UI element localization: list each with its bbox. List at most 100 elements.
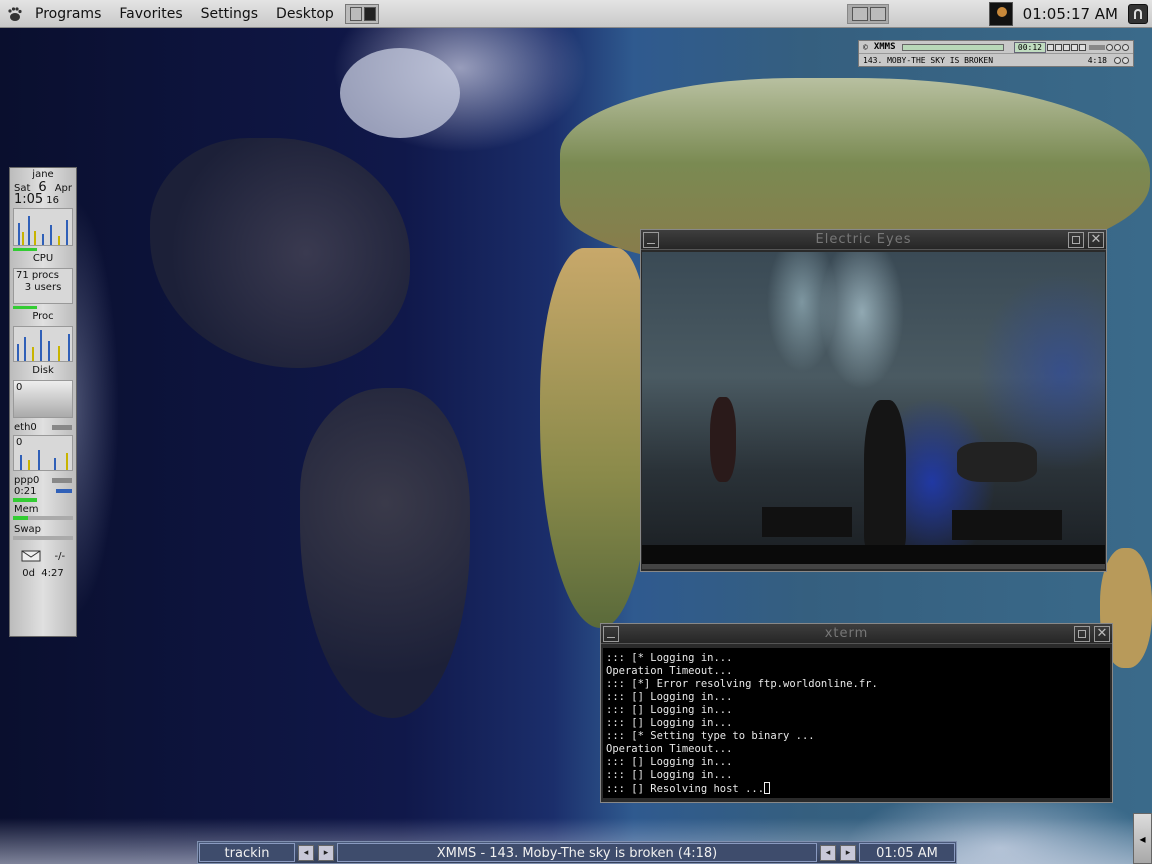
eth0-leds — [52, 425, 72, 430]
maximize-button[interactable] — [1074, 625, 1090, 642]
ppp0-label: ppp0 — [14, 475, 40, 486]
workspace-pager[interactable] — [846, 3, 889, 24]
arrow-left-icon[interactable]: ◂ — [820, 844, 836, 861]
ppp0-button[interactable] — [56, 489, 72, 493]
arrow-right-icon[interactable]: ▸ — [840, 844, 856, 861]
cpu-chart[interactable] — [13, 208, 73, 246]
xterm-titlebar[interactable]: xterm ✕ — [601, 624, 1112, 644]
disk-chart[interactable]: 0 — [13, 380, 73, 418]
xmms-logo-icon[interactable]: © — [863, 43, 868, 52]
panel-applet-icon[interactable] — [988, 1, 1013, 26]
terminal-line: ::: [] Logging in... — [606, 691, 733, 703]
terminal-line: ::: [*] Error resolving ftp.worldonline.… — [606, 678, 878, 690]
play-button[interactable] — [1055, 43, 1062, 51]
mail-row: -/- — [10, 550, 76, 562]
uptime: 0d 4:27 — [22, 568, 64, 579]
xterm-window[interactable]: xterm ✕ ::: [* Logging in... Operation T… — [600, 623, 1113, 803]
avatar — [996, 6, 1007, 17]
concert-photo[interactable] — [642, 252, 1105, 565]
terminal-output[interactable]: ::: [* Logging in... Operation Timeout..… — [603, 648, 1110, 798]
stage-floor — [642, 545, 1105, 565]
stop-button[interactable] — [1071, 43, 1078, 51]
window-title: xterm — [824, 626, 869, 641]
xmms-time: 00:12 — [1013, 41, 1046, 53]
guitarist-figure — [710, 397, 736, 482]
electric-eyes-titlebar[interactable]: Electric Eyes ✕ — [641, 230, 1106, 250]
menu-desktop[interactable]: Desktop — [267, 0, 343, 28]
xmms-playlist-row[interactable]: 143. MOBY-THE SKY IS BROKEN 4:18 — [859, 54, 1133, 67]
volume-slider[interactable] — [1089, 44, 1105, 50]
menu-favorites[interactable]: Favorites — [110, 0, 191, 28]
window-menu-button[interactable] — [603, 625, 619, 642]
pause-button[interactable] — [1063, 43, 1070, 51]
gnome-foot-icon[interactable] — [6, 5, 24, 23]
electric-eyes-window[interactable]: Electric Eyes ✕ — [640, 229, 1107, 572]
terminal-icon[interactable] — [363, 6, 376, 21]
north-america-land — [150, 138, 410, 368]
launcher-buttons — [344, 3, 379, 24]
terminal-cursor — [764, 782, 771, 794]
eth0-chart[interactable]: 0 — [13, 435, 73, 471]
mem-label: Mem — [14, 504, 39, 515]
hide-panel-button[interactable]: ◂ — [1133, 813, 1152, 864]
window-icon[interactable] — [349, 6, 362, 21]
terminal-line: ::: [] Logging in... — [606, 769, 733, 781]
pager-workspace-2[interactable] — [869, 6, 886, 21]
mail-count: -/- — [54, 550, 66, 562]
taskbar-app-label[interactable]: trackin — [199, 843, 295, 862]
clock-seconds: 16 — [46, 195, 59, 206]
maximize-button[interactable] — [1068, 231, 1084, 248]
eth0-header: eth0 — [10, 422, 76, 433]
next-button[interactable] — [1079, 43, 1086, 51]
eth0-value: 0 — [16, 437, 23, 448]
ppp0-leds — [52, 478, 72, 483]
proc-label: Proc — [32, 311, 54, 322]
terminal-line: ::: [] Logging in... — [606, 704, 733, 716]
procs-count: 71 procs — [16, 270, 59, 281]
users-count: 3 users — [24, 282, 62, 293]
window-menu-button[interactable] — [643, 231, 659, 248]
arrow-left-icon: ◂ — [1139, 832, 1146, 846]
ppp0-header: ppp0 — [10, 475, 76, 486]
terminal-line: ::: [* Logging in... — [606, 652, 733, 664]
top-panel: Programs Favorites Settings Desktop 01:0… — [0, 0, 1152, 28]
taskbar: trackin ◂ ▸ XMMS - 143. Moby-The sky is … — [197, 841, 957, 864]
panel-clock[interactable]: 01:05:17 AM — [1013, 5, 1128, 23]
xmms-length: 4:18 — [1087, 56, 1107, 65]
mem-meter — [13, 516, 73, 520]
xmms-track: 143. MOBY-THE SKY IS BROKEN — [863, 56, 994, 65]
pager-workspace-1[interactable] — [851, 6, 868, 21]
shade-button[interactable] — [1114, 43, 1121, 51]
playlist-close-button[interactable] — [1122, 57, 1129, 64]
xmms-player[interactable]: © XMMS 00:12 143. MOBY-THE SKY IS BROKEN… — [858, 40, 1134, 67]
xmms-visualizer — [901, 43, 1004, 51]
close-button[interactable]: ✕ — [1094, 625, 1110, 642]
image-scrollbar[interactable] — [642, 564, 1105, 569]
minimize-button[interactable] — [1106, 43, 1113, 51]
proc-chart[interactable] — [13, 326, 73, 362]
arrow-left-icon[interactable]: ◂ — [298, 844, 314, 861]
close-button[interactable] — [1122, 43, 1129, 51]
mail-icon[interactable] — [21, 550, 41, 562]
xmms-title: XMMS — [873, 42, 896, 52]
taskbar-clock[interactable]: 01:05 AM — [859, 843, 955, 862]
cpu-led — [13, 248, 73, 251]
menu-programs[interactable]: Programs — [26, 0, 110, 28]
taskbar-title[interactable]: XMMS - 143. Moby-The sky is broken (4:18… — [337, 843, 817, 862]
logout-icon[interactable] — [1128, 3, 1148, 24]
procs-chart[interactable]: 71 procs 3 users — [13, 268, 73, 304]
drum-kit — [957, 442, 1037, 482]
eth0-label: eth0 — [14, 422, 37, 433]
terminal-line: ::: [] Logging in... — [606, 756, 733, 768]
prev-button[interactable] — [1047, 43, 1054, 51]
terminal-last-line: ::: [] Resolving host ... — [606, 782, 1107, 796]
menu-settings[interactable]: Settings — [192, 0, 267, 28]
close-button[interactable]: ✕ — [1088, 231, 1104, 248]
south-america-land — [300, 388, 470, 718]
stage-monitor-left — [762, 507, 852, 537]
playlist-shade-button[interactable] — [1114, 57, 1121, 64]
ppp0-time-row: 0:21 — [10, 486, 76, 497]
clock: 1:05 16 — [10, 193, 76, 206]
arrow-right-icon[interactable]: ▸ — [318, 844, 334, 861]
ppp0-led — [13, 498, 73, 502]
